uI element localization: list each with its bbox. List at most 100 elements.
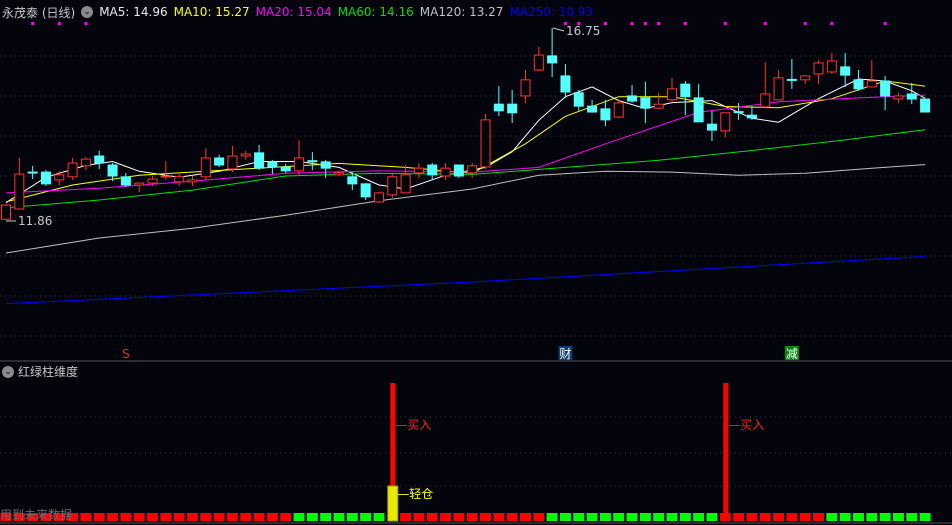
buy-signal-bar	[723, 383, 729, 521]
candle	[40, 170, 51, 186]
indicator-bar	[879, 513, 891, 521]
ma250-label: MA250: 10.93	[509, 5, 594, 19]
candle-body	[653, 103, 664, 109]
future-data-watermark: 用到未来数据	[0, 508, 73, 522]
candle-body	[920, 98, 931, 113]
indicator-bar	[333, 513, 345, 521]
candle-body	[120, 176, 131, 186]
candle	[693, 84, 704, 123]
indicator-bar	[413, 513, 425, 521]
indicator-bar	[453, 513, 465, 521]
indicator-bar	[533, 513, 545, 521]
ma20-label: MA20: 15.04	[255, 5, 332, 19]
ma-line-ma20	[5, 94, 926, 194]
candle-body	[786, 78, 797, 81]
kline-chart[interactable]: S 财 减 16.75 11.86	[0, 0, 952, 525]
candle-body	[573, 92, 584, 107]
candle	[786, 59, 797, 89]
candle	[187, 176, 198, 186]
candle-body	[720, 112, 731, 132]
candle-body	[347, 176, 358, 185]
stock-title[interactable]: 永茂泰 (日线)	[2, 4, 75, 21]
indicator-bar	[626, 513, 638, 521]
candle-body	[27, 171, 38, 174]
indicator-bar	[466, 513, 478, 521]
indicator-bar	[653, 513, 665, 521]
candle	[27, 165, 38, 180]
candle-body	[40, 171, 51, 185]
candle-body	[706, 123, 717, 131]
candle	[587, 99, 598, 113]
ma120-label: MA120: 13.27	[419, 5, 504, 19]
candle-body	[547, 55, 558, 64]
candle-body	[160, 175, 171, 178]
candle-body	[360, 183, 371, 198]
chevron-down-icon[interactable]: ⌄	[81, 6, 94, 18]
indicator-bar	[506, 513, 518, 521]
candle	[813, 60, 824, 85]
candle-body	[80, 158, 91, 167]
indicator-bar	[852, 513, 864, 521]
high-pointer	[552, 27, 565, 32]
candle	[227, 145, 238, 173]
candle	[667, 77, 677, 102]
candle	[733, 102, 744, 120]
candle-body	[480, 119, 491, 168]
signal-dot	[763, 22, 767, 25]
candle	[80, 157, 91, 171]
indicator-bar	[586, 513, 598, 521]
signal-dot	[683, 22, 687, 25]
candle-body	[493, 103, 504, 112]
candle-body	[147, 178, 158, 184]
event-marker-label: 减	[786, 347, 798, 361]
indicator-bar	[906, 513, 918, 521]
signal-dot	[31, 22, 35, 25]
candle-body	[94, 155, 105, 164]
candle-body	[773, 77, 784, 101]
indicator-bar	[360, 513, 372, 521]
candle	[453, 164, 464, 178]
candle-body	[107, 164, 118, 177]
candle-body	[280, 166, 291, 172]
candle-body	[54, 174, 65, 181]
candle-body	[400, 174, 411, 194]
candle	[600, 99, 611, 127]
candle	[294, 139, 305, 175]
candle	[520, 70, 531, 103]
indicator-bar	[559, 513, 571, 521]
indicator-bar	[786, 513, 798, 521]
candle-body	[587, 105, 598, 113]
indicator-bar	[107, 513, 119, 521]
candle	[706, 110, 717, 142]
candle-body	[334, 172, 344, 176]
candle	[174, 172, 185, 186]
candle-body	[267, 161, 278, 168]
candle	[1, 204, 11, 220]
indicator-bar	[613, 513, 625, 521]
candle-body	[826, 60, 837, 73]
candle-body	[294, 157, 305, 172]
candle-body	[560, 75, 571, 93]
indicator-title[interactable]: 红绿柱维度	[18, 363, 78, 380]
candle-body	[853, 79, 864, 90]
indicator-bar	[493, 513, 505, 521]
candle	[826, 53, 837, 74]
candle	[254, 144, 265, 171]
candle-body	[214, 157, 225, 166]
signal-dot	[723, 22, 727, 25]
indicator-bar	[813, 513, 825, 521]
chevron-down-icon[interactable]: ⌄	[2, 365, 14, 378]
indicator-bar	[213, 513, 225, 521]
candle	[507, 90, 518, 124]
candle-body	[453, 164, 464, 177]
indicator-bar	[773, 513, 785, 521]
light-position-bar	[387, 485, 399, 522]
indicator-bar	[519, 513, 531, 521]
indicator-bar	[133, 513, 145, 521]
candle	[493, 86, 504, 116]
indicator-bar	[866, 513, 878, 521]
signal-dot	[803, 22, 807, 25]
candle	[880, 75, 891, 111]
chart-header: 永茂泰 (日线) ⌄ MA5: 14.96 MA10: 15.27 MA20: …	[2, 4, 599, 20]
candle-body	[240, 153, 251, 157]
